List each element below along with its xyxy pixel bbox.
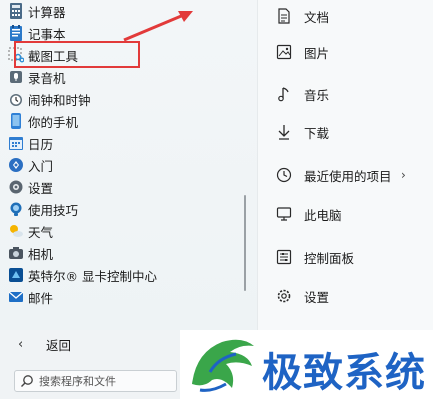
watermark-text: 极致系统 (262, 350, 426, 396)
place-settings[interactable]: 设置 (258, 284, 433, 308)
app-label: 入门 (28, 158, 54, 174)
place-documents[interactable]: 文档 (258, 4, 433, 28)
recent-clock-icon (276, 167, 292, 183)
settings-gear-icon (276, 288, 292, 304)
place-pictures[interactable]: 图片 (258, 40, 433, 64)
dragon-logo-icon (192, 339, 254, 392)
app-label: 设置 (28, 180, 54, 196)
chevron-right-icon: › (401, 168, 406, 182)
chevron-left-icon: ‹ (18, 336, 24, 352)
place-music[interactable]: 音乐 (258, 82, 433, 106)
search-box[interactable] (14, 370, 177, 392)
search-input[interactable] (39, 373, 174, 389)
place-control-panel[interactable]: 控制面板 (258, 245, 433, 269)
place-label: 图片 (304, 45, 330, 61)
scrollbar[interactable] (244, 195, 246, 291)
place-label: 此电脑 (304, 207, 342, 223)
weather-icon (8, 223, 24, 239)
app-item-weather[interactable]: 天气 (0, 220, 257, 242)
app-label: 使用技巧 (28, 202, 79, 218)
place-label: 控制面板 (304, 250, 355, 266)
search-icon (21, 375, 33, 387)
app-item-camera[interactable]: 相机 (0, 242, 257, 264)
app-item-settings[interactable]: 设置 (0, 176, 257, 198)
app-label: 邮件 (28, 290, 54, 306)
phone-icon (8, 113, 24, 129)
music-icon (276, 86, 292, 102)
watermark-logo: 极致系统 (180, 330, 433, 399)
download-icon (276, 124, 292, 140)
this-pc-icon (276, 206, 292, 222)
app-item-intel-graphics[interactable]: 英特尔® 显卡控制中心 (0, 264, 257, 286)
place-label: 下载 (304, 125, 330, 141)
red-arrow (123, 11, 193, 42)
control-panel-icon (276, 249, 292, 265)
place-label: 最近使用的项目 (304, 168, 392, 184)
app-item-voice-recorder[interactable]: 录音机 (0, 66, 257, 88)
place-recent-items[interactable]: 最近使用的项目 › (258, 163, 433, 187)
app-item-mail[interactable]: 邮件 (0, 286, 257, 308)
app-item-tips[interactable]: 使用技巧 (0, 198, 257, 220)
document-icon (276, 8, 292, 24)
places-panel: 文档 图片 音乐 下载 最近使用的项目 › 此电脑 控制面板 设置 (257, 0, 433, 330)
app-label: 录音机 (28, 70, 66, 86)
place-this-pc[interactable]: 此电脑 (258, 202, 433, 226)
app-label: 天气 (28, 224, 54, 240)
calendar-icon (8, 135, 24, 151)
place-label: 音乐 (304, 87, 330, 103)
app-label: 相机 (28, 246, 54, 262)
app-label: 闹钟和时钟 (28, 92, 91, 108)
pictures-icon (276, 44, 292, 60)
app-item-alarm-clock[interactable]: 闹钟和时钟 (0, 88, 257, 110)
app-item-get-started[interactable]: 入门 (0, 154, 257, 176)
app-label: 你的手机 (28, 114, 79, 130)
back-label: 返回 (46, 337, 72, 353)
app-item-your-phone[interactable]: 你的手机 (0, 110, 257, 132)
voice-recorder-icon (8, 69, 24, 85)
tips-icon (8, 201, 24, 217)
place-downloads[interactable]: 下载 (258, 120, 433, 144)
app-label: 英特尔® 显卡控制中心 (28, 268, 157, 284)
place-label: 文档 (304, 9, 330, 25)
app-label: 日历 (28, 136, 54, 152)
settings-icon (8, 179, 24, 195)
app-item-calendar[interactable]: 日历 (0, 132, 257, 154)
get-started-icon (8, 157, 24, 173)
alarm-clock-icon (8, 91, 24, 107)
intel-graphics-icon (8, 267, 24, 283)
mail-icon (8, 289, 24, 305)
place-label: 设置 (304, 289, 330, 305)
camera-icon (8, 245, 24, 261)
